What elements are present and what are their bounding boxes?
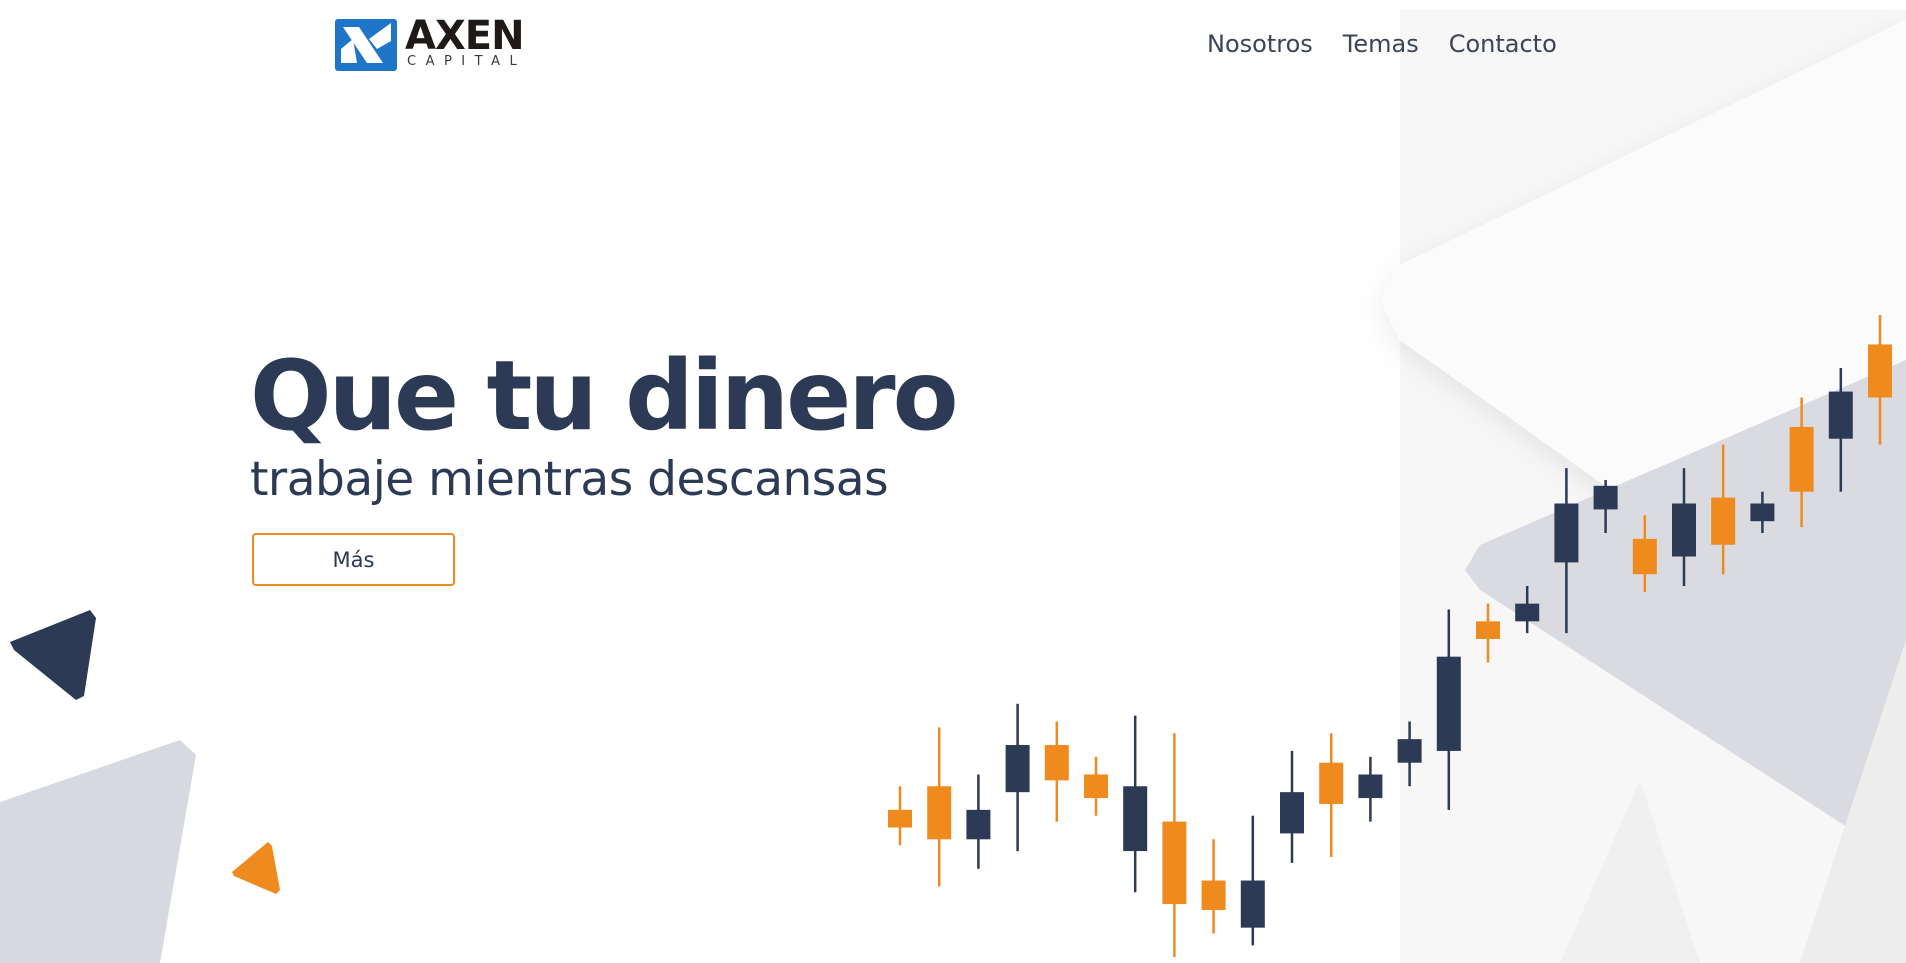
candle-body (1044, 745, 1069, 781)
candle-body (1240, 880, 1265, 928)
candle-body (1476, 621, 1500, 639)
logo-mark-icon (335, 19, 397, 71)
candle-body (1280, 792, 1304, 834)
candle-body (1436, 656, 1461, 751)
header: AXEN CAPITAL Nosotros Temas Contacto (0, 0, 1906, 90)
candle-body (1593, 485, 1618, 510)
nav-item-temas[interactable]: Temas (1343, 28, 1419, 60)
candle-body (1319, 762, 1344, 804)
candle-body (927, 786, 952, 840)
candle-body (1515, 603, 1540, 622)
candle-body (1123, 786, 1148, 852)
nav-item-contacto[interactable]: Contacto (1449, 28, 1557, 60)
candle-body (1162, 821, 1187, 905)
candle-body (1711, 497, 1736, 545)
logo-wordmark: AXEN (405, 13, 525, 59)
candle-body (888, 809, 912, 828)
candle-body (1632, 538, 1657, 575)
candle-body (1358, 774, 1383, 799)
candle-body (1672, 503, 1696, 557)
candle-body (1397, 739, 1422, 763)
more-button[interactable]: Más (252, 533, 455, 586)
candle-body (1828, 391, 1853, 439)
hero-section: Que tu dinero trabaje mientras descansas… (250, 340, 959, 586)
logo[interactable]: AXEN CAPITAL (335, 13, 545, 73)
hero-subtitle: trabaje mientras descansas (250, 452, 889, 507)
main-nav: Nosotros Temas Contacto (1207, 28, 1557, 60)
candle-body (1084, 774, 1108, 799)
candle-body (1868, 344, 1892, 398)
candle-body (1554, 503, 1579, 563)
logo-tagline: CAPITAL (407, 54, 527, 69)
candle-body (1750, 503, 1775, 522)
candle-body (1789, 426, 1814, 492)
candle-body (966, 809, 991, 840)
candles-group (888, 315, 1892, 958)
candle-body (1201, 880, 1226, 910)
candle-body (1005, 745, 1030, 793)
hero-title: Que tu dinero (250, 340, 959, 452)
nav-item-nosotros[interactable]: Nosotros (1207, 28, 1313, 60)
